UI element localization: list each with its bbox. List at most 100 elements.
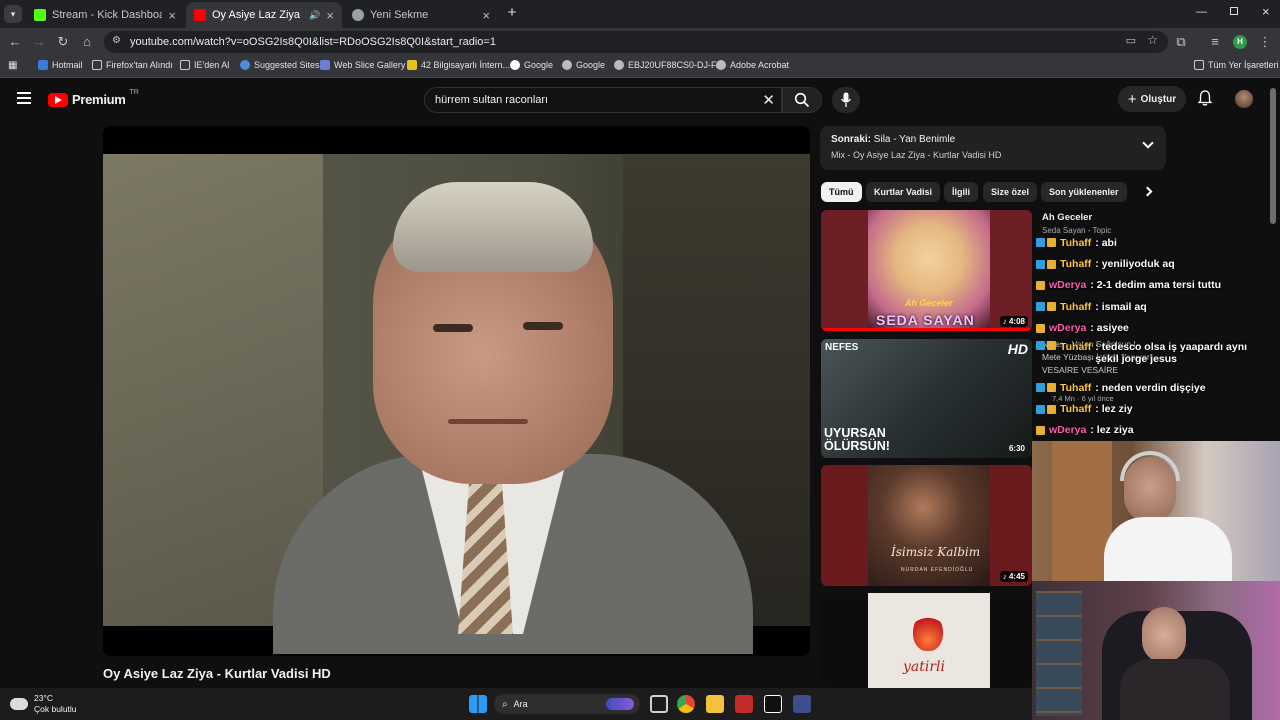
create-button[interactable]: + Oluştur	[1118, 86, 1186, 112]
chat-username[interactable]: Tuhaff	[1060, 403, 1091, 415]
apps-grid-icon[interactable]: ▦	[8, 60, 17, 71]
tab-kick-dashboard[interactable]: Stream - Kick Dashboard ×	[26, 2, 184, 28]
extensions-icon[interactable]: ⧉	[1172, 33, 1190, 51]
bookmark-42[interactable]: 42 Bilgisayarlı İntern...	[407, 60, 510, 70]
menu-kebab-icon[interactable]: ⋮	[1256, 33, 1274, 51]
close-tab-icon[interactable]: ×	[326, 8, 334, 23]
tab-title: Yeni Sekme	[370, 9, 429, 21]
thumb-text: yatirli	[903, 659, 946, 675]
close-tab-icon[interactable]: ×	[482, 8, 490, 23]
tab-youtube-video[interactable]: Oy Asiye Laz Ziya - Kurtlar V 🔊 ×	[186, 2, 342, 28]
chip-related[interactable]: İlgili	[944, 182, 978, 202]
recommendation-thumbnail[interactable]: NEFES HD UYURSAN ÖLÜRSÜN! 6:30	[821, 339, 1032, 458]
forward-icon[interactable]: →	[30, 33, 48, 51]
thumb-sub: NURDAN EFENDİOĞLU	[901, 567, 974, 573]
browser-toolbar: ← → ↻ ⌂ ⚙ youtube.com/watch?v=oOSG2Is8Q0…	[0, 28, 1280, 56]
chip-kurtlar-vadisi[interactable]: Kurtlar Vadisi	[866, 182, 941, 202]
account-avatar[interactable]	[1235, 90, 1253, 108]
back-icon[interactable]: ←	[6, 33, 24, 51]
reading-list-icon[interactable]: ≡	[1206, 33, 1224, 51]
chat-message: Tuhaff: tedesco olsa iş yaapardı aynı şe…	[1036, 339, 1280, 377]
thumb-text: SEDA SAYAN	[876, 312, 975, 328]
cast-icon[interactable]: ▭	[1126, 34, 1136, 47]
bookmark-adobe[interactable]: Adobe Acrobat	[716, 60, 789, 70]
bookmark-web-slice[interactable]: Web Slice Gallery	[320, 60, 405, 70]
address-bar[interactable]: ⚙ youtube.com/watch?v=oOSG2Is8Q0I&list=R…	[104, 31, 1168, 53]
reload-icon[interactable]: ↻	[54, 33, 72, 51]
youtube-logo[interactable]: Premium TR	[48, 89, 139, 107]
bookmark-hotmail[interactable]: Hotmail	[38, 60, 83, 70]
globe-icon	[614, 60, 624, 70]
recommendation-thumbnail[interactable]: İsimsiz Kalbim NURDAN EFENDİOĞLU ♪ 4:45	[821, 465, 1032, 586]
speaker-icon[interactable]: 🔊	[309, 10, 320, 21]
all-bookmarks[interactable]: Tüm Yer İşaretleri	[1194, 60, 1279, 70]
recommendation-thumbnail[interactable]: yatirli	[821, 593, 1032, 688]
site-info-icon[interactable]: ⚙	[112, 35, 121, 46]
thumb-script-text: Ah Geceler	[905, 298, 953, 308]
chat-username[interactable]: Tuhaff	[1060, 237, 1091, 249]
chip-all[interactable]: Tümü	[821, 182, 862, 202]
chat-message: wDerya: 2-1 dedim ama tersi tuttu	[1036, 275, 1280, 296]
bookmark-folder-ie[interactable]: IE'den Al	[180, 60, 229, 70]
bookmark-google[interactable]: Google	[510, 60, 553, 70]
streaming-app-icon[interactable]	[793, 695, 811, 713]
chat-message: Tuhaff: lez ziy	[1036, 398, 1280, 419]
bookmark-ebj[interactable]: EBJ20UF88CS0-DJ-F...	[614, 60, 723, 70]
thumb-text: İsimsiz Kalbim	[891, 545, 981, 559]
chat-username[interactable]: Tuhaff	[1060, 341, 1091, 353]
chat-username[interactable]: wDerya	[1049, 424, 1086, 436]
moderator-badge-icon	[1036, 238, 1045, 248]
moderator-badge-icon	[1036, 383, 1045, 393]
notifications-bell-icon[interactable]	[1197, 90, 1213, 111]
chips-next-chevron-icon[interactable]	[1142, 186, 1153, 197]
recording-app-icon[interactable]	[735, 695, 753, 713]
bookmark-suggested-sites[interactable]: Suggested Sites	[240, 60, 320, 70]
chat-message: Tuhaff : neden verdin dişçiye	[1036, 377, 1280, 398]
web-slice-icon	[320, 60, 330, 70]
chat-username[interactable]: Tuhaff	[1060, 258, 1091, 270]
chrome-taskbar-icon[interactable]	[677, 695, 695, 713]
bookmark-google-2[interactable]: Google	[562, 60, 605, 70]
chip-recently-uploaded[interactable]: Son yüklenenler	[1041, 182, 1127, 202]
chat-text: : abi	[1095, 236, 1117, 249]
taskbar-search[interactable]: ⌕ Ara	[494, 694, 640, 714]
minimize-icon[interactable]: —	[1196, 6, 1207, 18]
playlist-panel[interactable]: Sonraki: Sila - Yan Benimle Mix - Oy Asi…	[820, 126, 1166, 170]
clear-search-icon[interactable]: ✕	[762, 91, 775, 109]
thumb-text-top: NEFES	[825, 342, 859, 353]
chip-for-you[interactable]: Size özel	[983, 182, 1038, 202]
search-input[interactable]: hürrem sultan raconları ✕	[424, 87, 782, 113]
chat-username[interactable]: wDerya	[1049, 279, 1086, 291]
door-shape	[1052, 441, 1112, 581]
recommendation-thumbnail[interactable]: Ah Geceler SEDA SAYAN ♪ 4:08	[821, 210, 1032, 331]
new-tab-icon[interactable]: +	[504, 5, 520, 21]
chat-username[interactable]: Tuhaff	[1060, 301, 1091, 313]
close-window-icon[interactable]: ×	[1262, 4, 1270, 19]
tab-strip: ▾ Stream - Kick Dashboard × Oy Asiye Laz…	[0, 0, 1280, 28]
video-player[interactable]	[103, 126, 810, 656]
profile-avatar[interactable]: H	[1233, 35, 1247, 49]
voice-search-button[interactable]	[832, 87, 860, 113]
tab-search-icon[interactable]: ▾	[4, 5, 22, 23]
search-button[interactable]	[782, 87, 822, 113]
bookmark-star-icon[interactable]: ☆	[1147, 33, 1158, 47]
chat-text: : neden verdin dişçiye	[1095, 381, 1206, 394]
maximize-icon[interactable]	[1230, 7, 1238, 15]
thumb-text: UYURSAN ÖLÜRSÜN!	[824, 426, 890, 453]
tab-new-tab[interactable]: Yeni Sekme ×	[344, 2, 498, 28]
page-scrollbar[interactable]	[1270, 88, 1276, 224]
recommendation-title[interactable]: Ah Geceler	[1042, 212, 1092, 223]
file-explorer-icon[interactable]	[706, 695, 724, 713]
bookmark-folder-firefox[interactable]: Firefox'tan Alındı	[92, 60, 173, 70]
hamburger-menu-icon[interactable]	[17, 92, 31, 104]
task-view-icon[interactable]	[650, 695, 668, 713]
subscriber-badge-icon	[1036, 280, 1045, 290]
chat-username[interactable]: wDerya	[1049, 322, 1086, 334]
home-icon[interactable]: ⌂	[78, 33, 96, 51]
windows-start-icon[interactable]	[469, 695, 487, 713]
chat-username[interactable]: Tuhaff	[1060, 382, 1091, 394]
ndi-app-icon[interactable]	[764, 695, 782, 713]
close-tab-icon[interactable]: ×	[168, 8, 176, 23]
chat-message: wDerya: asiyee	[1036, 318, 1280, 339]
weather-widget[interactable]: 23°C Çok bulutlu	[10, 693, 77, 715]
